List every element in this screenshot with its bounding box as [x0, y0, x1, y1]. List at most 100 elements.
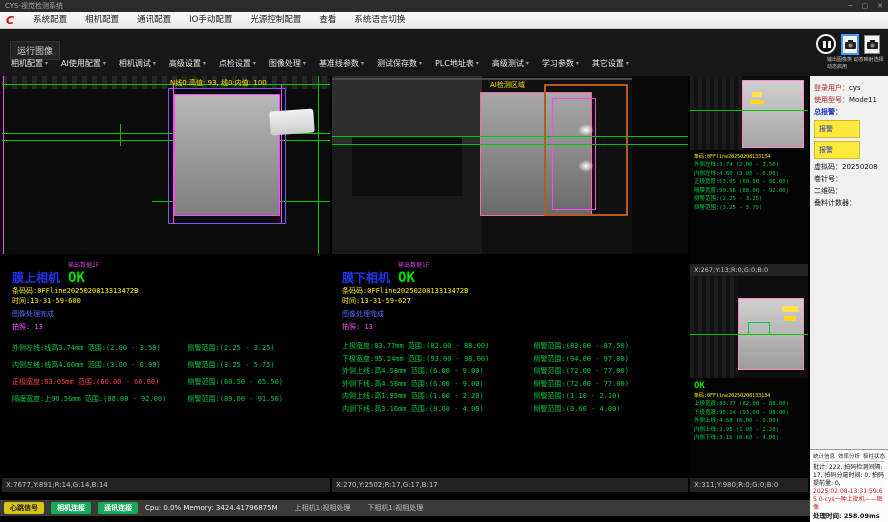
field-row: 叠料计数器： — [814, 199, 884, 208]
warning-range: 侧警范围:(0.60 - 4.00) — [534, 403, 678, 416]
toolbar-item[interactable]: PLC地址表 ▾ — [430, 56, 484, 71]
result-panel-left: 输出数据1F 膜上相机 OK 条码码:0FFline20250208133134… — [2, 254, 330, 478]
measurement-value: 隔膜宽度:上90.56mm 范围:(88.00 - 92.00) — [12, 391, 188, 408]
barcode-text: 条码:0FFline20250208133134 — [694, 392, 804, 400]
measurement-line: 侧警范围:(2.25 - 3.25) — [694, 195, 804, 204]
shot-count: 拍照: 13 — [12, 322, 320, 332]
connector-part — [269, 108, 315, 135]
time-text: 时间:13-31-59-600 — [12, 296, 320, 306]
measurement-line: 正极宽度:63.05 (60.00 - 66.00) — [694, 178, 804, 187]
pixel-coordinate-center: X:270,Y:2502;R:17,G:17,B:17 — [332, 478, 688, 492]
toolbar-item[interactable]: AI使用配置 ▾ — [56, 56, 111, 71]
toolbar-item[interactable]: 相机调试 ▾ — [114, 56, 161, 71]
time-text: 时间:13-31-59-627 — [342, 296, 678, 306]
measurement-rows: 上极宽度:83.77mm 范围:(82.00 - 88.00) 侧警范围:(83… — [342, 340, 678, 415]
menu-item[interactable]: 查看 — [310, 12, 345, 28]
result-panel-center: 输出数据1F 膜下相机 OK 条码码:0FFline20250208133134… — [332, 254, 688, 478]
measurement-value: 内侧下线:高3.16mm 范围:(0.60 - 4.00) — [342, 403, 534, 416]
menu-item[interactable]: 系统语言切换 — [345, 12, 414, 28]
camera-2-button[interactable] — [864, 35, 880, 54]
menu-item[interactable]: 系统配置 — [24, 12, 76, 28]
toolbar-item[interactable]: 高级设置 ▾ — [164, 56, 211, 71]
toolbar-item-label: 相机调试 — [119, 58, 151, 69]
menu-items: 系统配置相机配置通讯配置IO手动配置光源控制配置查看系统语言切换 — [24, 12, 414, 28]
chevron-down-icon: ▾ — [203, 60, 206, 67]
pixel-coordinate-preview-1: X:267;Y:13;R:0;G:0;B:0 — [690, 264, 808, 276]
toolbar-item[interactable]: 图像处理 ▾ — [264, 56, 311, 71]
toolbar-item[interactable]: 相机配置 ▾ — [6, 56, 53, 71]
toolbar-item[interactable]: 基准线参数 ▾ — [314, 56, 369, 71]
lower-camera-status: 下相机1:视相处理 — [367, 503, 423, 513]
chevron-down-icon: ▾ — [103, 60, 106, 67]
menu-item[interactable]: IO手动配置 — [180, 12, 241, 28]
measurement-row: 内侧下线:高3.16mm 范围:(0.60 - 4.00) 侧警范围:(0.60… — [342, 403, 678, 416]
chevron-down-icon: ▾ — [476, 60, 479, 67]
camera-title: 膜上相机 — [12, 269, 60, 286]
camera-title: 膜下相机 — [342, 269, 390, 286]
overlay-line — [318, 76, 319, 254]
sub-header: 运行图像 相机配置 ▾ AI使用配置 ▾ 相机调试 ▾ 高级设置 ▾ 点检设置 … — [0, 29, 888, 76]
camera-connect-badge: 相机连接 — [51, 502, 91, 514]
toolbar: 相机配置 ▾ AI使用配置 ▾ 相机调试 ▾ 高级设置 ▾ 点检设置 ▾ 图像处… — [6, 56, 634, 71]
menu-item[interactable]: 相机配置 — [76, 12, 128, 28]
measurement-line: 隔膜宽度:90.56 (88.00 - 92.00) — [694, 187, 804, 196]
measurement-line: 上极宽度:83.77 (82.00 - 88.00) — [694, 400, 804, 409]
menu-bar: C 系统配置相机配置通讯配置IO手动配置光源控制配置查看系统语言切换 — [0, 12, 888, 29]
alarm-item[interactable]: 报警 — [814, 141, 860, 159]
chevron-down-icon: ▾ — [419, 60, 422, 67]
toolbar-item-label: 其它设置 — [592, 58, 624, 69]
menu-item[interactable]: 光源控制配置 — [241, 12, 310, 28]
camera-1-button[interactable] — [842, 35, 858, 54]
pixel-coordinate-preview-2: X:311;Y:980;R:0;G:0;B:0 — [690, 478, 808, 492]
statistics-tab[interactable]: 统计信息 — [813, 452, 835, 460]
pixel-coordinate-left: X:7677,Y:891;R:14,G:14,B:14 — [2, 478, 330, 492]
toolbar-item[interactable]: 学习参数 ▾ — [537, 56, 584, 71]
preview-view-2[interactable] — [690, 276, 808, 378]
measurement-row: 内侧左线:线高4.60mm 范围:(3.00 - 6.00) 侧警范围:(3.2… — [12, 357, 320, 374]
chevron-down-icon: ▾ — [361, 60, 364, 67]
highlight-mark — [750, 100, 764, 104]
statistics-tab[interactable]: 极柱状态 — [863, 452, 885, 460]
field-label: 二维码： — [814, 187, 842, 195]
model-value: Mode11 — [849, 96, 877, 104]
maximize-icon[interactable]: ▢ — [862, 0, 869, 12]
minimize-icon[interactable]: ─ — [848, 0, 852, 12]
measurement-line: 侧警范围:(3.25 - 5.75) — [694, 204, 804, 213]
overlay-line — [173, 84, 174, 224]
close-icon[interactable]: ✕ — [877, 0, 883, 12]
status-bar: 心跳信号 相机连接 通讯连接 Cpu: 0.0% Memory: 3424.41… — [0, 500, 810, 516]
field-label: 卷针号： — [814, 175, 842, 183]
warning-range: 侧警范围:(3.25 - 5.75) — [188, 357, 320, 374]
dark-region — [632, 76, 688, 254]
toolbar-item-label: 点检设置 — [219, 58, 251, 69]
barcode-text: 条码码:0FFline2025020813313472B — [12, 286, 320, 296]
camera-view-left[interactable]: N线0:高值: 93, 线0:内值: 100 — [2, 76, 330, 254]
measurement-row: 上极宽度:83.77mm 范围:(82.00 - 88.00) 侧警范围:(83… — [342, 340, 678, 353]
statistics-tabs: 统计信息效率分析极柱状态 — [813, 452, 885, 462]
camera-view-center[interactable]: AI检测区域 — [332, 76, 688, 254]
menu-item[interactable]: 通讯配置 — [128, 12, 180, 28]
warning-range: 侧警范围:(2.25 - 3.25) — [188, 340, 320, 357]
alarm-item[interactable]: 报警 — [814, 120, 860, 138]
warning-range: 侧警范围:(1.10 - 2.10) — [534, 390, 678, 403]
preview-lines: 上极宽度:83.77 (82.00 - 88.00)下极宽度:95.24 (93… — [694, 400, 804, 443]
toolbar-item-label: PLC地址表 — [435, 58, 474, 69]
toolbar-item[interactable]: 测试保存数 ▾ — [372, 56, 427, 71]
measurement-line: 内侧左线:4.60 (3.00 - 6.00) — [694, 170, 804, 179]
machinery-area — [690, 276, 738, 378]
toolbar-item[interactable]: 点检设置 ▾ — [214, 56, 261, 71]
toolbar-item-label: 基准线参数 — [319, 58, 359, 69]
measurement-value: 外侧上线:高4.58mm 范围:(6.00 - 9.00) — [342, 365, 534, 378]
toolbar-item[interactable]: 高级测试 ▾ — [487, 56, 534, 71]
toolbar-item[interactable]: 其它设置 ▾ — [587, 56, 634, 71]
chevron-down-icon: ▾ — [153, 60, 156, 67]
login-user-label: 登录用户： — [814, 84, 849, 92]
statistics-tab[interactable]: 效率分析 — [838, 452, 860, 460]
pause-button[interactable] — [816, 34, 836, 54]
measurement-value: 内侧上线:高1.95mm 范围:(1.00 - 2.20) — [342, 390, 534, 403]
light-flare — [578, 124, 594, 136]
login-user-value: cys — [849, 84, 861, 92]
inspected-part — [174, 94, 280, 216]
preview-view-1[interactable] — [690, 76, 808, 150]
app-logo: C — [6, 14, 14, 27]
